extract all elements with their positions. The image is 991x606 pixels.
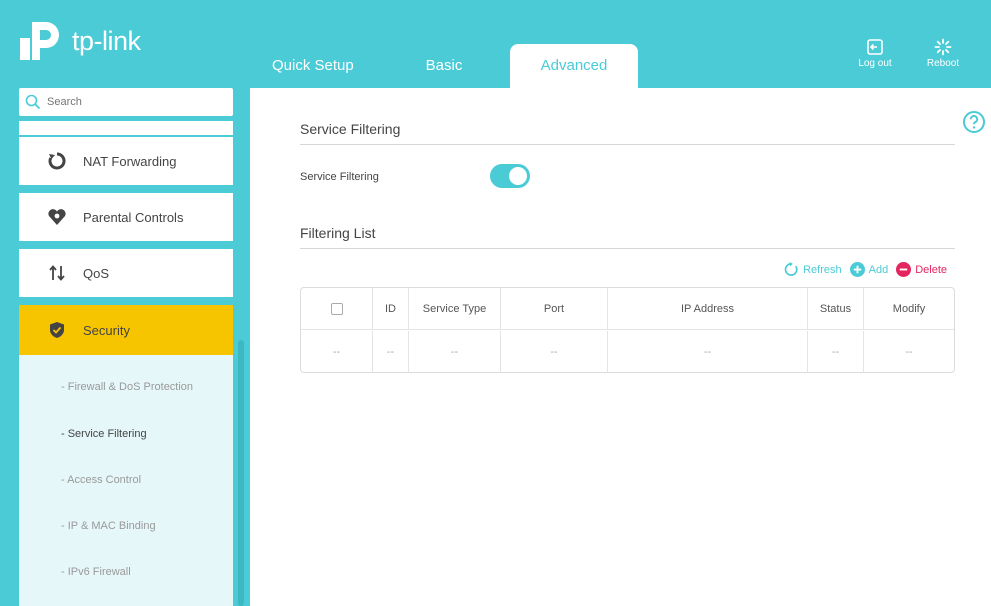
select-all-checkbox[interactable] (330, 302, 343, 315)
submenu-access-control[interactable]: - Access Control (61, 474, 141, 486)
filtering-list-title: Filtering List (300, 225, 376, 241)
tp-link-logo: tp-link (18, 18, 141, 64)
main-tabs: Quick Setup Basic Advanced (250, 44, 638, 88)
delete-label: Delete (915, 263, 947, 276)
refresh-label: Refresh (803, 263, 842, 276)
parental-controls-icon (47, 207, 67, 227)
header-status: Status (808, 288, 864, 329)
sidebar-item-label: Security (83, 322, 130, 338)
header-ip-address: IP Address (608, 288, 808, 329)
delete-button[interactable]: Delete (896, 262, 947, 277)
table-header-row: ID Service Type Port IP Address Status M… (301, 288, 954, 330)
table-cell: -- (808, 331, 864, 373)
tab-advanced[interactable]: Advanced (510, 44, 638, 88)
brand-name: tp-link (72, 25, 141, 56)
header-id: ID (373, 288, 409, 329)
sidebar-item-nat-forwarding[interactable]: NAT Forwarding (19, 137, 233, 185)
refresh-icon (784, 262, 798, 276)
delete-icon (896, 262, 912, 277)
table-row: -- -- -- -- -- -- -- (301, 331, 954, 373)
refresh-button[interactable]: Refresh (784, 262, 842, 277)
service-filtering-toggle[interactable] (490, 164, 530, 188)
section-divider (300, 144, 955, 145)
submenu-ip-mac-binding[interactable]: - IP & MAC Binding (61, 520, 156, 532)
select-all-cell (301, 288, 373, 329)
nat-forwarding-icon (47, 151, 67, 171)
toggle-knob (509, 167, 527, 185)
search-icon (25, 94, 41, 110)
service-filtering-label: Service Filtering (300, 171, 379, 183)
sidebar-item-security[interactable]: Security (19, 305, 233, 355)
filtering-table: ID Service Type Port IP Address Status M… (300, 287, 955, 373)
sidebar-item-label: NAT Forwarding (83, 153, 177, 169)
sidebar-item-label: QoS (83, 265, 110, 281)
qos-icon (47, 263, 67, 283)
tab-basic[interactable]: Basic (378, 44, 510, 88)
reboot-button[interactable]: Reboot (915, 38, 971, 69)
help-icon[interactable] (962, 110, 986, 134)
sidebar-item-parental-controls[interactable]: Parental Controls (19, 193, 233, 241)
table-cell: -- (501, 331, 608, 373)
reboot-icon (934, 38, 952, 56)
submenu-firewall-dos[interactable]: - Firewall & DoS Protection (61, 381, 193, 393)
table-cell: -- (373, 331, 409, 373)
search-box[interactable] (19, 88, 233, 116)
header-port: Port (501, 288, 608, 329)
add-button[interactable]: Add (849, 262, 889, 277)
table-cell: -- (608, 331, 808, 373)
table-cell: -- (905, 346, 913, 358)
sidebar-scrollbar[interactable] (238, 340, 244, 606)
list-divider (300, 248, 955, 249)
table-cell: -- (409, 331, 501, 373)
tp-link-logo-icon (20, 22, 59, 60)
logout-label: Log out (858, 58, 892, 69)
sidebar-item-qos[interactable]: QoS (19, 249, 233, 297)
shield-icon (47, 320, 67, 340)
header-service-type: Service Type (409, 288, 501, 329)
add-icon (849, 262, 865, 277)
submenu-service-filtering[interactable]: - Service Filtering (61, 428, 147, 440)
sidebar-item-partial (19, 121, 233, 135)
list-actions: Refresh Add Delete (776, 262, 947, 277)
add-label: Add (868, 263, 889, 276)
section-title: Service Filtering (300, 121, 401, 137)
header-modify: Modify (892, 302, 926, 315)
tab-quick-setup[interactable]: Quick Setup (250, 44, 378, 88)
reboot-label: Reboot (926, 58, 960, 69)
logout-button[interactable]: Log out (847, 38, 903, 69)
sidebar-item-label: Parental Controls (83, 209, 184, 225)
search-input[interactable] (47, 96, 217, 108)
logout-icon (867, 39, 883, 55)
submenu-ipv6-firewall[interactable]: - IPv6 Firewall (61, 566, 131, 578)
top-bar: tp-link Quick Setup Basic Advanced Log o… (0, 0, 991, 88)
table-cell: -- (301, 331, 373, 373)
